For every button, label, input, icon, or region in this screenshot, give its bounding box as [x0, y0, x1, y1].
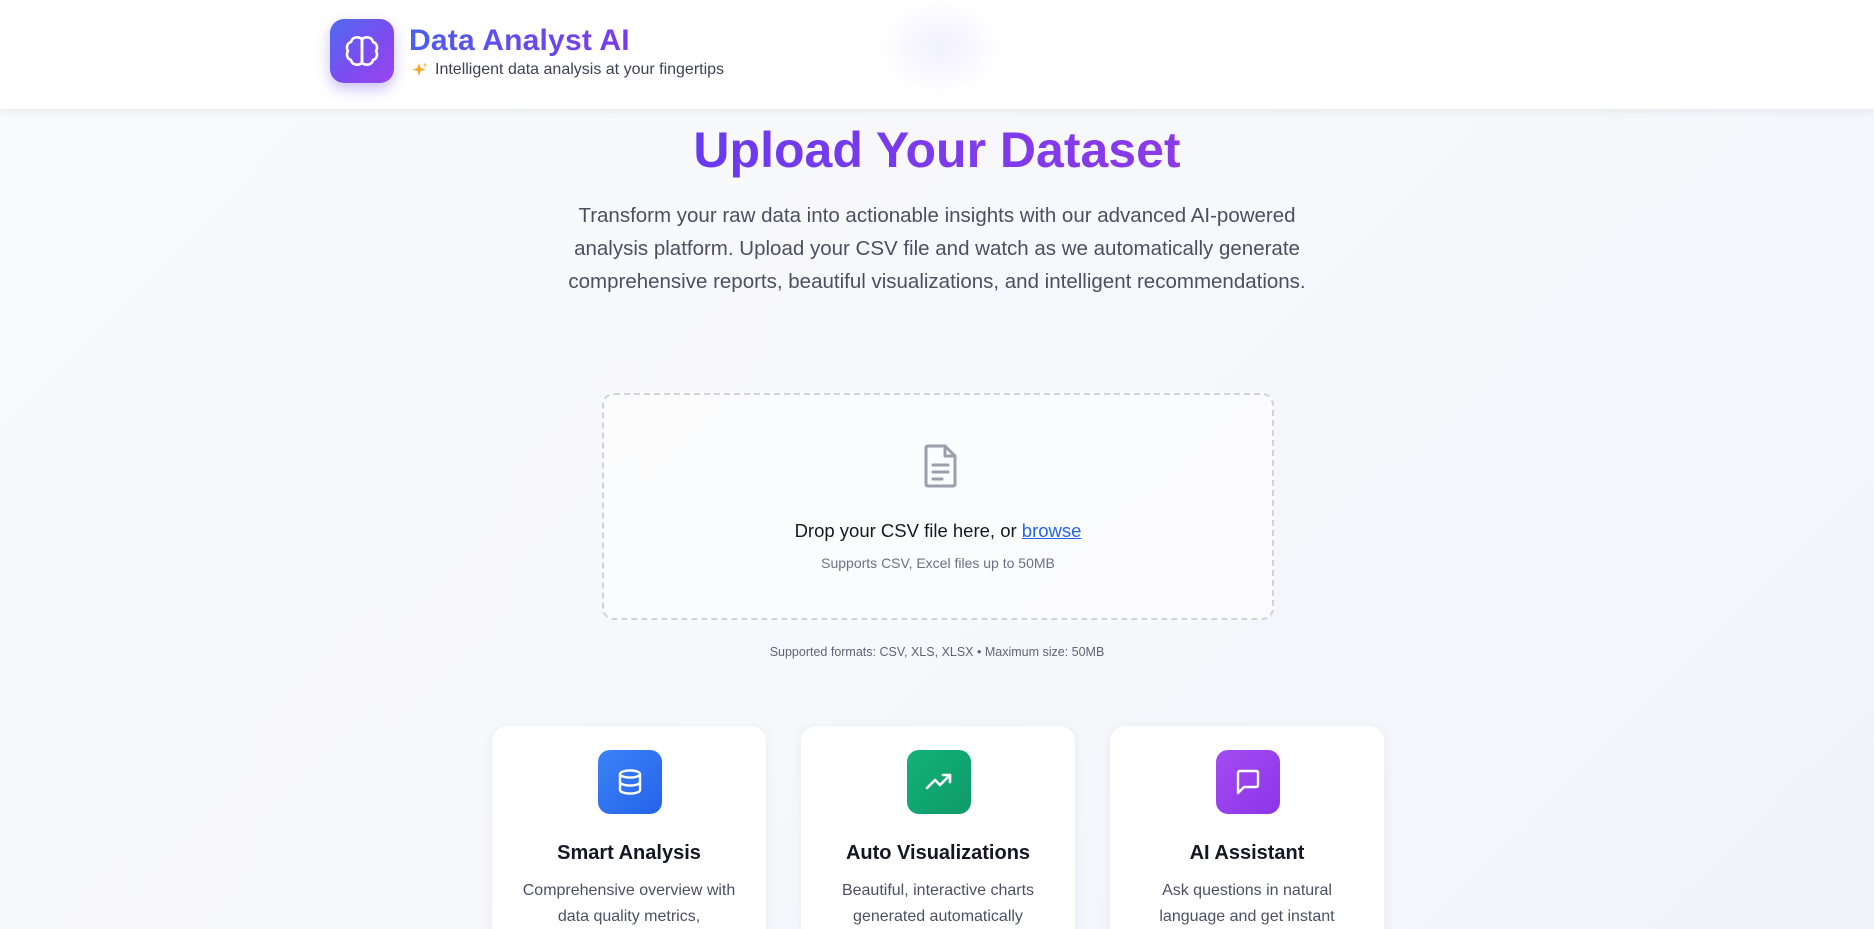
decorative-glow: [880, 0, 1000, 95]
sparkles-icon: [411, 61, 429, 79]
database-icon: [618, 769, 642, 795]
feature-icon-tile: [1216, 750, 1280, 814]
brand-subtitle: Intelligent data analysis at your finger…: [411, 60, 724, 80]
drop-supports-text: Supports CSV, Excel files up to 50MB: [821, 555, 1055, 571]
feature-description: Beautiful, interactive charts generated …: [841, 882, 1035, 925]
feature-description: Comprehensive overview with data quality…: [522, 882, 736, 925]
supported-formats-note: Supported formats: CSV, XLS, XLSX • Maxi…: [769, 645, 1105, 659]
feature-card-smart-analysis: Smart Analysis Comprehensive overview wi…: [491, 725, 767, 929]
feature-title: AI Assistant: [1189, 842, 1305, 864]
page-title-text: Upload Your Dataset: [693, 122, 1181, 178]
file-text-icon: [924, 444, 957, 488]
drop-prompt-text: Drop your CSV file here, or: [794, 520, 1022, 541]
browse-link[interactable]: browse: [1022, 520, 1082, 541]
feature-card-ai-assistant: AI Assistant Ask questions in natural la…: [1109, 725, 1385, 929]
brand-title: Data Analyst AI: [409, 22, 630, 60]
feature-description: Ask questions in natural language and ge…: [1159, 882, 1335, 925]
brain-icon: [345, 36, 379, 66]
hero-description: Transform your raw data into actionable …: [568, 204, 1306, 293]
trending-up-icon: [925, 773, 952, 790]
page-title: Upload Your Dataset: [0, 118, 1874, 182]
message-square-icon: [1236, 769, 1260, 795]
brand-logo[interactable]: [330, 19, 394, 83]
feature-icon-tile: [907, 750, 971, 814]
file-drop-zone[interactable]: Drop your CSV file here, or browse Suppo…: [602, 393, 1274, 620]
drop-prompt: Drop your CSV file here, or browse: [604, 519, 1272, 543]
brand-subtitle-text: Intelligent data analysis at your finger…: [435, 61, 725, 78]
feature-title: Auto Visualizations: [845, 842, 1031, 864]
feature-card-auto-visualizations: Auto Visualizations Beautiful, interacti…: [800, 725, 1076, 929]
feature-title: Smart Analysis: [557, 842, 701, 864]
feature-icon-tile: [598, 750, 662, 814]
